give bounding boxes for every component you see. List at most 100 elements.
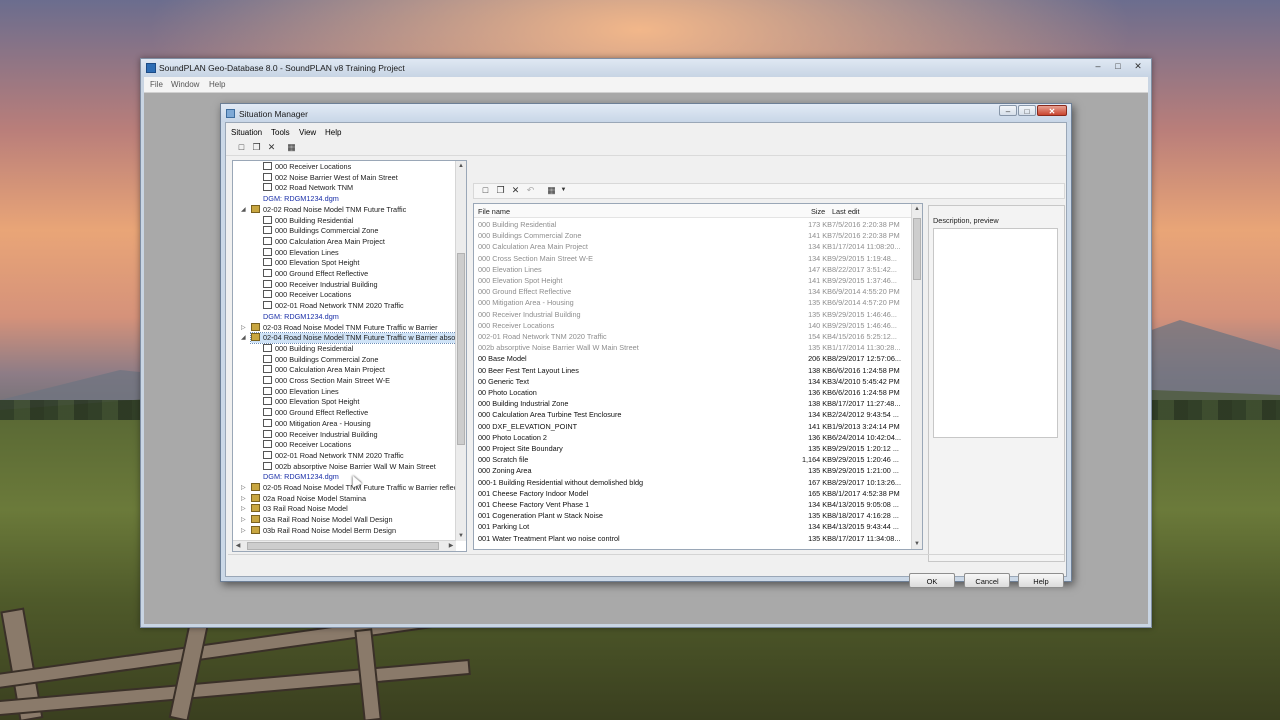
file-row[interactable]: 000 Cross Section Main Street W-E 134 KB 9… <box>474 253 912 264</box>
tree-file[interactable]: 000 Receiver Locations <box>263 162 351 172</box>
expand-icon[interactable]: ▷ <box>241 526 246 536</box>
cancel-button[interactable]: Cancel <box>964 573 1010 588</box>
tree-file[interactable]: 000 Calculation Area Main Project <box>263 236 385 247</box>
file-row[interactable]: 00 Base Model 206 KB 8/29/2017 12:57:06... <box>474 353 912 364</box>
file-row[interactable]: 001 Parking Lot 134 KB 4/13/2015 9:43:44 .… <box>474 521 912 532</box>
file-row[interactable]: 000 Elevation Lines 147 KB 8/22/2017 3:51:… <box>474 264 912 275</box>
file-list[interactable]: File name Size Last edit 000 Building Re… <box>473 203 923 550</box>
description-preview[interactable] <box>933 228 1058 438</box>
column-file-name[interactable]: File name <box>478 207 510 216</box>
dialog-maximize-button[interactable]: □ <box>1018 105 1036 116</box>
menu-tools[interactable]: Tools <box>271 128 290 137</box>
tree-scroll-thumb[interactable] <box>457 253 465 445</box>
file-row[interactable]: 00 Photo Location 136 KB 6/6/2016 1:24:58 … <box>474 387 912 398</box>
file-row[interactable]: 002b absorptive Noise Barrier Wall W Mai… <box>474 342 912 353</box>
delete-file-icon[interactable]: ✕ <box>510 185 521 196</box>
minimize-button[interactable]: – <box>1089 60 1107 72</box>
close-button[interactable]: ✕ <box>1129 60 1147 72</box>
dialog-close-button[interactable]: ✕ <box>1037 105 1067 116</box>
situation-tree[interactable]: 000 Receiver Locations 002 Noise Barrier … <box>232 160 467 552</box>
expand-icon[interactable]: ▷ <box>241 323 246 333</box>
file-row[interactable]: 000 Mitigation Area - Housing 135 KB 6/9/2… <box>474 297 912 308</box>
dialog-minimize-button[interactable]: – <box>999 105 1017 116</box>
scroll-right-icon[interactable]: ▶ <box>446 541 456 551</box>
tree-file[interactable]: 000 Receiver Industrial Building <box>263 279 378 290</box>
tree-hscroll-thumb[interactable] <box>247 542 439 550</box>
delete-situation-icon[interactable]: ✕ <box>266 142 277 153</box>
maximize-button[interactable]: □ <box>1109 60 1127 72</box>
menu-help[interactable]: Help <box>209 80 225 89</box>
file-row[interactable]: 000 Calculation Area Turbine Test Enclos… <box>474 409 912 420</box>
tree-file[interactable]: 000 Buildings Commercial Zone <box>263 354 378 365</box>
file-row[interactable]: 000 Receiver Locations 140 KB 9/29/2015 1:… <box>474 320 912 331</box>
tree-file[interactable]: 000 Elevation Spot Height <box>263 397 359 407</box>
file-row[interactable]: 001 Water Treatment Plant wo noise contr… <box>474 533 912 544</box>
tree-file[interactable]: 000 Receiver Locations <box>263 440 351 450</box>
menu-situation[interactable]: Situation <box>231 128 262 137</box>
tree-file[interactable]: 000 Elevation Spot Height <box>263 258 359 268</box>
tree-situation[interactable]: ▷ 03b Rail Road Noise Model Berm Design <box>241 525 396 536</box>
expand-icon[interactable]: ▷ <box>241 504 246 514</box>
tree-file[interactable]: 002b absorptive Noise Barrier Wall W Mai… <box>263 461 436 472</box>
menu-help[interactable]: Help <box>325 128 341 137</box>
tree-file[interactable]: 000 Building Residential <box>263 215 353 226</box>
tree-situation[interactable]: ▷ 02a Road Noise Model Stamina <box>241 493 366 504</box>
tree-situation[interactable]: ▷ 02-03 Road Noise Model TNM Future Traff… <box>241 322 438 333</box>
file-row[interactable]: 000 Elevation Spot Height 141 KB 9/29/2015… <box>474 275 912 286</box>
tree-file[interactable]: 000 Receiver Locations <box>263 290 351 300</box>
tree-file[interactable]: 002 Road Network TNM <box>263 183 353 193</box>
expand-icon[interactable]: ▷ <box>241 483 246 493</box>
scroll-up-icon[interactable]: ▲ <box>456 161 466 171</box>
file-row[interactable]: 000 Buildings Commercial Zone 141 KB 7/5/2… <box>474 230 912 241</box>
column-last-edit[interactable]: Last edit <box>832 207 860 216</box>
file-row[interactable]: 000 Project Site Boundary 135 KB 9/29/2015… <box>474 443 912 454</box>
file-scroll-thumb[interactable] <box>913 218 921 280</box>
tree-file[interactable]: 000 Calculation Area Main Project <box>263 365 385 375</box>
tree-situation[interactable]: ▷ 03 Rail Road Noise Model <box>241 504 348 514</box>
file-row[interactable]: 000 Building Industrial Zone 138 KB 8/17/2… <box>474 398 912 409</box>
expand-icon[interactable]: ▷ <box>241 515 246 525</box>
scroll-down-icon[interactable]: ▼ <box>456 531 466 541</box>
file-row[interactable]: 001 Cheese Factory Indoor Model 165 KB 8/1… <box>474 488 912 499</box>
tree-file[interactable]: 000 Mitigation Area - Housing <box>263 418 371 429</box>
tree-dgm[interactable]: DGM: RDGM1234.dgm <box>263 194 339 204</box>
file-row[interactable]: 000 Ground Effect Reflective 134 KB 6/9/20… <box>474 286 912 297</box>
tree-file[interactable]: 000 Building Residential <box>263 343 353 354</box>
tree-situation[interactable]: ◢ 02-02 Road Noise Model TNM Future Traff… <box>241 204 406 215</box>
tree-dgm[interactable]: DGM: RDGM1234.dgm <box>263 312 339 322</box>
tree-situation[interactable]: ▷ 03a Rail Road Noise Model Wall Design <box>241 515 393 525</box>
collapse-icon[interactable]: ◢ <box>241 205 246 215</box>
file-row[interactable]: 000-1 Building Residential without demol… <box>474 477 912 488</box>
undo-icon[interactable]: ↶ <box>525 185 536 196</box>
tree-dgm[interactable]: DGM: RDGM1234.dgm <box>263 472 339 482</box>
tree-file[interactable]: 000 Receiver Industrial Building <box>263 429 378 440</box>
tree-situation[interactable]: ◢ 02-04 Road Noise Model TNM Future Traff… <box>241 332 463 345</box>
ok-button[interactable]: OK <box>909 573 955 588</box>
file-row[interactable]: 002-01 Road Network TNM 2020 Traffic 154 … <box>474 331 912 342</box>
file-row[interactable]: 000 Building Residential 173 KB 7/5/2016 2… <box>474 219 912 230</box>
file-row[interactable]: 000 DXF_ELEVATION_POINT 141 KB 1/9/2013 3:… <box>474 421 912 432</box>
help-button[interactable]: Help <box>1018 573 1064 588</box>
file-row[interactable]: 000 Zoning Area 135 KB 9/29/2015 1:21:00 .… <box>474 465 912 476</box>
tree-file[interactable]: 000 Ground Effect Reflective <box>263 269 368 279</box>
file-row[interactable]: 00 Beer Fest Tent Layout Lines 138 KB 6/6/… <box>474 365 912 376</box>
column-size[interactable]: Size <box>811 207 825 216</box>
tree-file[interactable]: 000 Elevation Lines <box>263 386 339 397</box>
table-layout-icon[interactable]: ▦ <box>546 185 557 196</box>
tree-file[interactable]: 000 Elevation Lines <box>263 247 339 258</box>
tree-file[interactable]: 002-01 Road Network TNM 2020 Traffic <box>263 450 404 461</box>
scroll-left-icon[interactable]: ◀ <box>233 541 243 551</box>
file-row[interactable]: 000 Calculation Area Main Project 134 KB 1… <box>474 241 912 252</box>
menu-window[interactable]: Window <box>171 80 199 89</box>
tree-file[interactable]: 000 Buildings Commercial Zone <box>263 226 378 236</box>
menu-file[interactable]: File <box>150 80 163 89</box>
file-row[interactable]: 001 Cogeneration Plant w Stack Noise 135 … <box>474 510 912 521</box>
file-vertical-scrollbar[interactable]: ▲ ▼ <box>911 204 922 549</box>
copy-situation-icon[interactable]: ❐ <box>251 142 262 153</box>
new-situation-icon[interactable]: □ <box>236 142 247 153</box>
file-row[interactable]: 000 Scratch file 1,164 KB 9/29/2015 1:20:4… <box>474 454 912 465</box>
chevron-down-icon[interactable]: ▼ <box>558 185 569 196</box>
copy-file-icon[interactable]: ❐ <box>495 185 506 196</box>
file-row[interactable]: 000 Photo Location 2 136 KB 6/24/2014 10:4… <box>474 432 912 443</box>
tree-horizontal-scrollbar[interactable]: ◀ ▶ <box>233 540 456 551</box>
